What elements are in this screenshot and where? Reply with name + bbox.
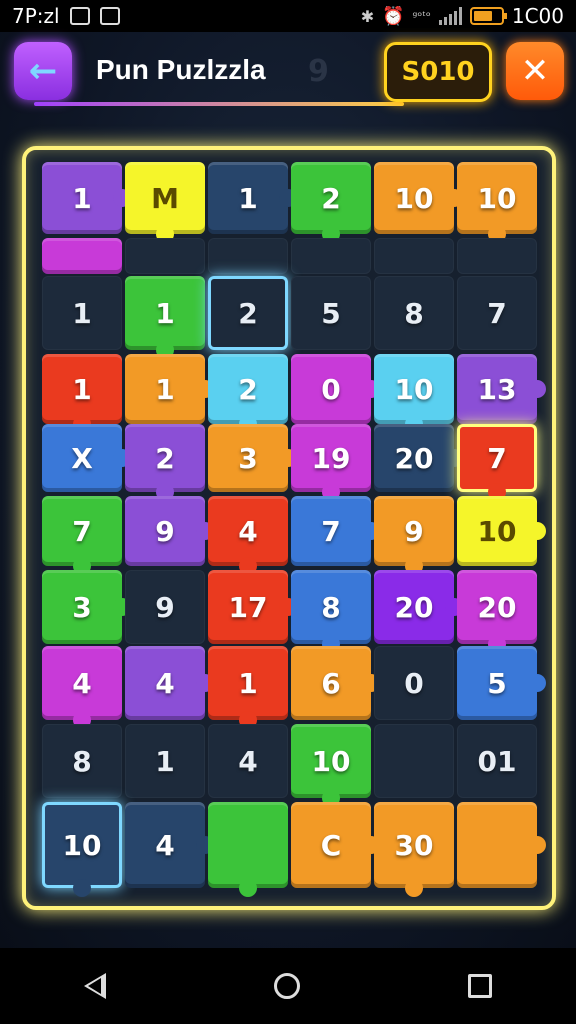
puzzle-piece[interactable] [457, 238, 537, 274]
navigation-bar [0, 948, 576, 1024]
puzzle-knob [405, 879, 423, 897]
puzzle-piece[interactable]: 01 [457, 724, 537, 798]
puzzle-piece[interactable]: 20 [374, 424, 463, 492]
puzzle-piece[interactable]: 5 [457, 646, 546, 720]
puzzle-knob [528, 836, 546, 854]
puzzle-piece[interactable] [291, 238, 371, 274]
puzzle-piece[interactable]: 5 [291, 276, 371, 350]
puzzle-piece[interactable]: 3 [208, 424, 297, 492]
puzzle-piece[interactable]: 1 [42, 162, 131, 234]
puzzle-piece[interactable]: 1 [42, 354, 122, 433]
puzzle-piece[interactable]: 2 [208, 354, 288, 433]
puzzle-knob [528, 380, 546, 398]
puzzle-piece[interactable]: 0 [291, 354, 380, 424]
puzzle-piece[interactable]: 4 [208, 724, 288, 798]
puzzle-piece[interactable]: 9 [125, 570, 205, 644]
puzzle-piece[interactable]: 10 [457, 162, 537, 243]
puzzle-piece[interactable]: 7 [457, 424, 537, 501]
back-button[interactable]: ← [14, 42, 72, 100]
camera-notification-icon [99, 7, 120, 25]
arrow-left-icon: ← [28, 51, 58, 91]
puzzle-piece[interactable]: 1 [208, 162, 297, 234]
puzzle-piece[interactable]: 10 [457, 496, 546, 566]
game-header: ← Pun Puzlzzla 9 S010 ✕ [0, 36, 576, 108]
bluetooth-icon: ✱ [360, 6, 375, 26]
puzzle-piece[interactable]: 2 [125, 424, 205, 501]
nav-recents-button[interactable] [468, 974, 492, 998]
puzzle-piece[interactable]: 13 [457, 354, 546, 424]
puzzle-piece[interactable]: C [291, 802, 380, 888]
game-title: Pun Puzlzzla [96, 54, 266, 85]
puzzle-piece[interactable] [208, 802, 288, 897]
puzzle-piece[interactable]: 3 [42, 570, 131, 644]
title-underline [34, 102, 404, 106]
puzzle-piece[interactable]: 2 [291, 162, 371, 243]
puzzle-piece[interactable] [457, 802, 546, 888]
image-notification-icon [69, 7, 90, 25]
puzzle-piece[interactable]: 20 [457, 570, 537, 653]
puzzle-piece[interactable]: 7 [457, 276, 537, 350]
nav-home-button[interactable] [274, 973, 300, 999]
puzzle-piece[interactable]: 8 [374, 276, 454, 350]
puzzle-piece[interactable]: 4 [125, 646, 214, 720]
puzzle-piece[interactable]: 20 [374, 570, 463, 644]
status-left: 7P:zl [12, 4, 120, 28]
puzzle-piece[interactable]: 30 [374, 802, 454, 897]
puzzle-piece[interactable]: 10 [291, 724, 371, 807]
score-display: S010 [384, 42, 492, 102]
puzzle-piece[interactable]: 0 [374, 646, 454, 720]
puzzle-piece[interactable]: 17 [208, 570, 297, 644]
puzzle-piece[interactable]: 8 [42, 724, 122, 798]
puzzle-piece[interactable]: 7 [291, 496, 380, 566]
status-right: ✱ ⏰ ᵍᵒᵗᵒ 1C00 [361, 4, 564, 28]
puzzle-piece[interactable]: 4 [125, 802, 214, 888]
puzzle-piece[interactable] [374, 238, 454, 274]
puzzle-piece[interactable]: 9 [374, 496, 454, 575]
puzzle-piece[interactable]: 1 [208, 646, 288, 729]
alarm-icon: ⏰ [382, 5, 405, 27]
puzzle-piece[interactable]: 1 [125, 276, 205, 359]
puzzle-knob [528, 522, 546, 540]
puzzle-piece[interactable]: 10 [42, 802, 122, 897]
puzzle-piece[interactable]: 8 [291, 570, 371, 653]
puzzle-piece[interactable]: 2 [208, 276, 288, 350]
status-bar: 7P:zl ✱ ⏰ ᵍᵒᵗᵒ 1C00 [0, 0, 576, 32]
signal-icon [438, 7, 462, 25]
puzzle-piece[interactable] [374, 724, 454, 798]
nav-back-button[interactable] [84, 973, 106, 999]
puzzle-piece[interactable]: 10 [374, 162, 463, 234]
battery-icon [469, 7, 507, 25]
puzzle-piece[interactable]: X [42, 424, 131, 492]
puzzle-knob [73, 879, 91, 897]
carrier-label: ᵍᵒᵗᵒ [412, 9, 431, 23]
puzzle-piece[interactable] [208, 238, 288, 274]
puzzle-piece[interactable]: 9 [125, 496, 214, 566]
puzzle-piece[interactable] [42, 238, 122, 274]
status-time: 7P:zl [12, 4, 60, 28]
close-button[interactable]: ✕ [506, 42, 564, 100]
puzzle-piece[interactable]: 4 [208, 496, 288, 575]
puzzle-piece[interactable]: 4 [42, 646, 122, 729]
title-ghost-number: 9 [308, 54, 329, 89]
battery-text: 1C00 [511, 4, 564, 28]
puzzle-piece[interactable] [125, 238, 205, 274]
puzzle-piece[interactable]: 19 [291, 424, 371, 501]
puzzle-knob [239, 879, 257, 897]
puzzle-grid: 1 M 1 2 10 10 1 1 2 5 8 7 1 1 2 0 10 13 X 2 3 19 20 7 7 9 4 7 9 10 3 9 1… [42, 162, 546, 897]
puzzle-piece[interactable]: 1 [42, 276, 122, 350]
puzzle-piece[interactable]: 1 [125, 354, 214, 424]
puzzle-knob [528, 674, 546, 692]
close-x-icon: ✕ [520, 51, 550, 91]
puzzle-piece[interactable]: 6 [291, 646, 380, 720]
puzzle-piece[interactable]: 1 [125, 724, 205, 798]
puzzle-piece[interactable]: M [125, 162, 205, 243]
puzzle-piece[interactable]: 10 [374, 354, 454, 433]
puzzle-piece[interactable]: 7 [42, 496, 122, 575]
